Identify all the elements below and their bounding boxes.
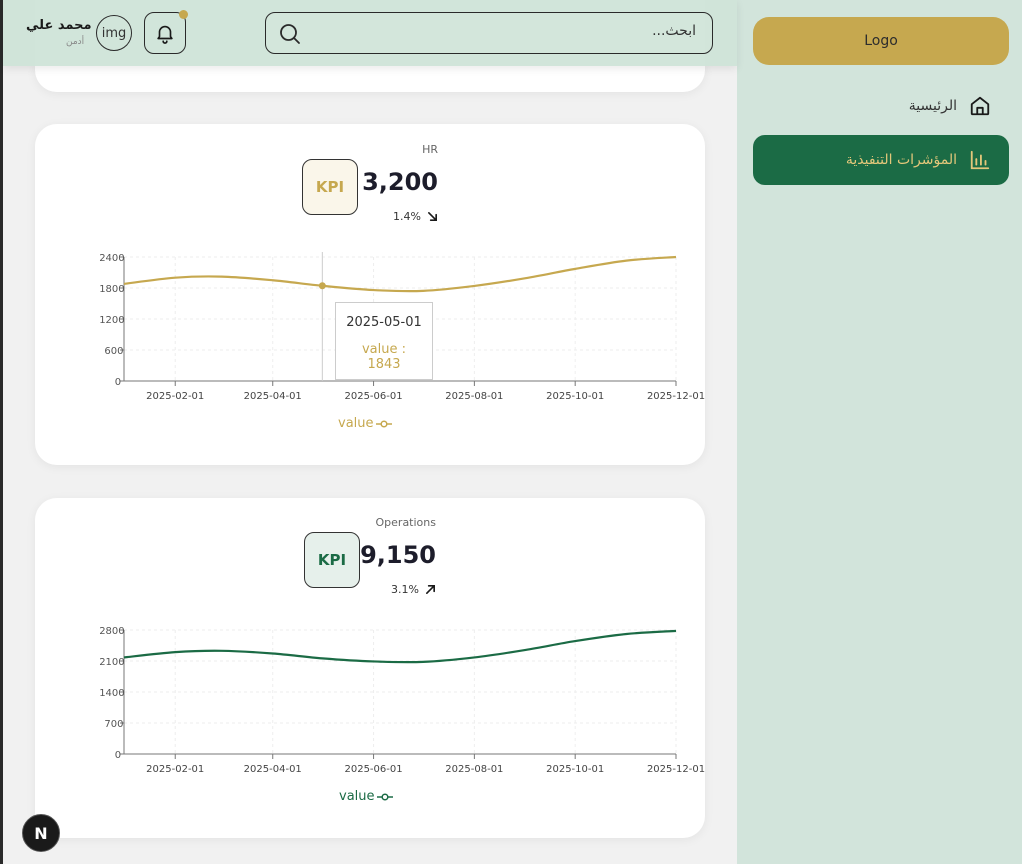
chart-tooltip: 2025-05-01 value : 1843 (335, 302, 433, 380)
avatar[interactable]: img (96, 15, 132, 51)
y-tick-label: 600 (104, 346, 123, 357)
home-icon (970, 96, 990, 116)
user-role: أدمن (66, 37, 85, 47)
x-tick-label: 2025-04-01 (244, 391, 302, 402)
x-tick-label: 2025-04-01 (244, 764, 302, 775)
x-tick-label: 2025-12-01 (647, 391, 705, 402)
y-tick-label: 0 (115, 750, 121, 761)
chart-legend[interactable]: value (338, 416, 392, 431)
y-tick-label: 1400 (99, 688, 124, 699)
x-tick-label: 2025-02-01 (146, 764, 204, 775)
legend-marker-icon (376, 792, 393, 801)
notification-dot (179, 10, 188, 19)
chart-legend[interactable]: value (339, 789, 393, 804)
x-tick-label: 2025-08-01 (445, 391, 503, 402)
x-tick-label: 2025-06-01 (344, 391, 402, 402)
x-tick-label: 2025-08-01 (445, 764, 503, 775)
kpi-card-hr: HR 3,200 KPI 1.4% 0 600 1200 1800 2400 2025-0… (35, 124, 705, 465)
tooltip-value: value : 1843 (361, 342, 407, 372)
kpi-card-operations: Operations 9,150 KPI 3.1% 0 700 1400 2100 28… (35, 498, 705, 838)
x-tick-label: 2025-10-01 (546, 391, 604, 402)
operations-line-chart: 0 700 1400 2100 2800 2025-02-01 2025-04-01 2025… (99, 626, 705, 775)
nextjs-dev-button[interactable]: N (22, 814, 60, 852)
active-data-point (318, 282, 326, 290)
left-edge-strip (0, 0, 3, 864)
y-tick-label: 2800 (99, 626, 124, 637)
sidebar-item-label: المؤشرات التنفيذية (845, 152, 957, 168)
logo[interactable]: Logo (753, 17, 1009, 65)
search-box[interactable] (265, 12, 713, 54)
sidebar-item-label: الرئيسية (908, 98, 957, 114)
notifications-button[interactable] (144, 10, 188, 54)
bar-chart-icon (970, 150, 990, 170)
x-tick-label: 2025-12-01 (647, 764, 705, 775)
sidebar-item-kpis[interactable]: المؤشرات التنفيذية (753, 135, 1009, 185)
legend-label: value (339, 789, 375, 804)
y-tick-label: 700 (104, 719, 123, 730)
x-tick-label: 2025-06-01 (344, 764, 402, 775)
series-line (123, 629, 677, 664)
user-name: محمد علي (26, 18, 92, 33)
series-line (123, 255, 677, 293)
top-header: img محمد علي أدمن (3, 0, 737, 66)
y-tick-label: 1200 (99, 315, 124, 326)
y-tick-label: 2400 (99, 253, 124, 264)
y-tick-label: 1800 (99, 284, 124, 295)
tooltip-date: 2025-05-01 (346, 315, 422, 330)
legend-marker-icon (375, 419, 392, 428)
search-input[interactable] (336, 23, 696, 39)
y-tick-label: 0 (115, 377, 121, 388)
bell-icon (157, 25, 173, 44)
y-tick-label: 2100 (99, 657, 124, 668)
sidebar-item-home[interactable]: الرئيسية (753, 81, 1009, 131)
sidebar: Logo الرئيسية المؤشرات التنفيذية (737, 0, 1022, 864)
search-icon (280, 24, 300, 44)
legend-label: value (338, 416, 374, 431)
x-tick-label: 2025-10-01 (546, 764, 604, 775)
x-tick-label: 2025-02-01 (146, 391, 204, 402)
